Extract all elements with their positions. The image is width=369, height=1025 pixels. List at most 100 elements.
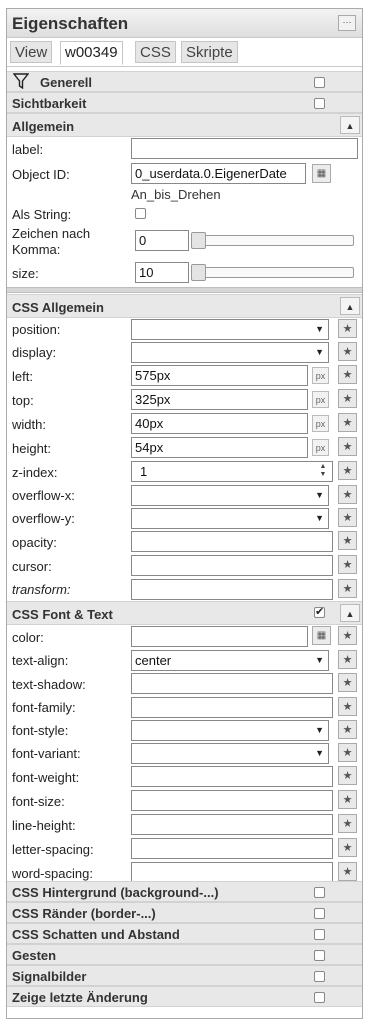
star-icon[interactable]: ★	[338, 342, 357, 361]
caret-up-icon[interactable]: ▲	[340, 297, 360, 315]
spinner-icon[interactable]: ▲ ▼	[316, 463, 330, 480]
group-signalbilder[interactable]: Signalbilder	[7, 965, 362, 986]
prop-label: z-index:	[12, 465, 58, 480]
star-icon[interactable]: ★	[338, 720, 357, 739]
slider-handle[interactable]	[191, 232, 206, 249]
line-height-input[interactable]	[131, 814, 333, 835]
color-picker-button[interactable]: ▦	[312, 626, 331, 645]
star-icon[interactable]: ★	[338, 743, 357, 762]
signalbilder-checkbox[interactable]	[314, 971, 325, 982]
css-hintergrund-checkbox[interactable]	[314, 887, 325, 898]
panel-menu-button[interactable]: ⋯	[338, 15, 356, 31]
cursor-input[interactable]	[131, 555, 333, 576]
star-icon[interactable]: ★	[338, 319, 357, 338]
group-title: Allgemein	[12, 119, 75, 134]
caret-up-icon[interactable]: ▲	[340, 116, 360, 134]
star-icon[interactable]: ★	[338, 838, 357, 857]
als-string-checkbox[interactable]	[135, 208, 146, 219]
font-weight-input[interactable]	[131, 766, 333, 787]
prop-label: font-weight:	[12, 770, 80, 785]
zeichen-slider[interactable]	[191, 232, 354, 249]
group-title: CSS Schatten und Abstand	[12, 927, 180, 942]
group-gesten[interactable]: Gesten	[7, 944, 362, 965]
text-align-select[interactable]: center	[131, 650, 329, 671]
star-icon[interactable]: ★	[338, 508, 357, 527]
group-css-schatten[interactable]: CSS Schatten und Abstand	[7, 923, 362, 944]
unit-px-button[interactable]: px	[312, 367, 329, 384]
size-slider[interactable]	[191, 264, 354, 281]
display-select[interactable]	[131, 342, 329, 363]
star-icon[interactable]: ★	[338, 579, 357, 598]
slider-handle[interactable]	[191, 264, 206, 281]
star-icon[interactable]: ★	[338, 626, 357, 645]
opacity-input[interactable]	[131, 531, 333, 552]
width-input[interactable]: 40px	[131, 413, 308, 434]
label-input[interactable]	[131, 138, 358, 159]
top-input[interactable]: 325px	[131, 389, 308, 410]
group-sichtbarkeit[interactable]: Sichtbarkeit	[7, 92, 362, 113]
unit-px-button[interactable]: px	[312, 439, 329, 456]
unit-px-button[interactable]: px	[312, 415, 329, 432]
zeichen-input[interactable]: 0	[135, 230, 189, 251]
z-index-input[interactable]: 1 ▲ ▼	[131, 461, 333, 482]
prop-row-object-id: Object ID: 0_userdata.0.EigenerDate ▦ An…	[7, 161, 362, 205]
star-icon[interactable]: ★	[338, 650, 357, 669]
css-font-checkbox[interactable]	[314, 605, 325, 618]
group-allgemein[interactable]: Allgemein ▲	[7, 113, 362, 137]
word-spacing-input[interactable]	[131, 862, 333, 883]
star-icon[interactable]: ★	[338, 862, 357, 881]
size-input[interactable]: 10	[135, 262, 189, 283]
group-letzte-aenderung[interactable]: Zeige letzte Änderung	[7, 986, 362, 1007]
group-css-raender[interactable]: CSS Ränder (border-...)	[7, 902, 362, 923]
left-input[interactable]: 575px	[131, 365, 308, 386]
gesten-checkbox[interactable]	[314, 950, 325, 961]
font-style-select[interactable]	[131, 720, 329, 741]
object-id-input[interactable]: 0_userdata.0.EigenerDate	[131, 163, 306, 184]
overflow-y-select[interactable]	[131, 508, 329, 529]
overflow-x-select[interactable]	[131, 485, 329, 506]
caret-up-icon[interactable]: ▲	[340, 604, 360, 622]
star-icon[interactable]: ★	[338, 790, 357, 809]
transform-input[interactable]	[131, 579, 333, 600]
group-css-font-text[interactable]: CSS Font & Text ▲	[7, 601, 362, 625]
letter-spacing-input[interactable]	[131, 838, 333, 859]
star-icon[interactable]: ★	[338, 673, 357, 692]
group-generell[interactable]: Generell	[7, 71, 362, 92]
star-icon[interactable]: ★	[338, 413, 357, 432]
star-icon[interactable]: ★	[338, 485, 357, 504]
color-input[interactable]	[131, 626, 308, 647]
prop-row-text-shadow: text-shadow: ★	[7, 672, 362, 696]
text-shadow-input[interactable]	[131, 673, 333, 694]
tab-skripte[interactable]: Skripte	[181, 41, 238, 63]
font-family-input[interactable]	[131, 697, 333, 718]
font-variant-select[interactable]	[131, 743, 329, 764]
prop-label: Als String:	[12, 207, 72, 222]
css-schatten-checkbox[interactable]	[314, 929, 325, 940]
select-object-button[interactable]: ▦	[312, 164, 331, 183]
tab-widget[interactable]: w00349	[60, 41, 123, 65]
sichtbarkeit-checkbox[interactable]	[314, 98, 325, 109]
star-icon[interactable]: ★	[338, 461, 357, 480]
position-select[interactable]	[131, 319, 329, 340]
star-icon[interactable]: ★	[338, 365, 357, 384]
star-icon[interactable]: ★	[338, 437, 357, 456]
generell-checkbox[interactable]	[314, 77, 325, 88]
css-raender-checkbox[interactable]	[314, 908, 325, 919]
tab-css[interactable]: CSS	[135, 41, 176, 63]
prop-label: text-align:	[12, 653, 69, 668]
tab-view[interactable]: View	[10, 41, 53, 63]
font-size-input[interactable]	[131, 790, 333, 811]
group-css-allgemein[interactable]: CSS Allgemein ▲	[7, 294, 362, 318]
star-icon[interactable]: ★	[338, 389, 357, 408]
star-icon[interactable]: ★	[338, 531, 357, 550]
star-icon[interactable]: ★	[338, 814, 357, 833]
star-icon[interactable]: ★	[338, 697, 357, 716]
prop-label: opacity:	[12, 535, 57, 550]
unit-px-button[interactable]: px	[312, 391, 329, 408]
star-icon[interactable]: ★	[338, 766, 357, 785]
height-input[interactable]: 54px	[131, 437, 308, 458]
tab-bar: View w00349 CSS Skripte	[7, 38, 362, 67]
star-icon[interactable]: ★	[338, 555, 357, 574]
letzte-aenderung-checkbox[interactable]	[314, 992, 325, 1003]
group-css-hintergrund[interactable]: CSS Hintergrund (background-...)	[7, 881, 362, 902]
